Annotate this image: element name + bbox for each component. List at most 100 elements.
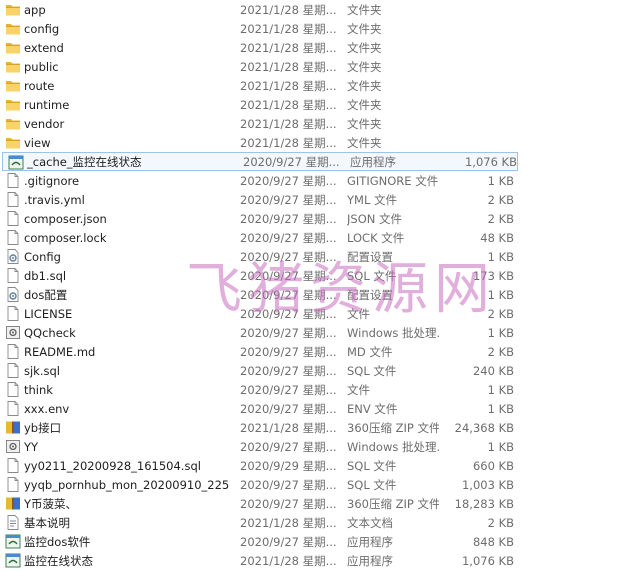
batch-file-icon [5,325,21,340]
file-size: 2 KB [487,211,514,226]
file-row[interactable]: yy0211_20200928_161504.sql 2020/9/29 星期..… [0,456,640,475]
file-row[interactable]: xxx.env 2020/9/27 星期... ENV 文件 1 KB [0,399,640,418]
file-name: .travis.yml [24,192,85,207]
file-date-modified: 2020/9/27 星期... [240,344,336,359]
file-name: composer.json [24,211,107,226]
file-row[interactable]: view 2021/1/28 星期... 文件夹 [0,133,640,152]
file-icon [5,458,21,473]
file-row[interactable]: LICENSE 2020/9/27 星期... 文件 2 KB [0,304,640,323]
file-size: 24,368 KB [454,420,514,435]
file-date-modified: 2021/1/28 星期... [240,78,336,93]
file-size: 240 KB [472,363,514,378]
file-type: ENV 文件 [347,401,398,416]
file-row[interactable]: think 2020/9/27 星期... 文件 1 KB [0,380,640,399]
file-row[interactable]: README.md 2020/9/27 星期... MD 文件 2 KB [0,342,640,361]
file-row[interactable]: YY 2020/9/27 星期... Windows 批处理... 1 KB [0,437,640,456]
file-row[interactable]: .gitignore 2020/9/27 星期... GITIGNORE 文件 1 K… [0,171,640,190]
file-size: 660 KB [472,458,514,473]
file-row[interactable]: composer.json 2020/9/27 星期... JSON 文件 2 KB [0,209,640,228]
file-name: public [24,59,59,74]
file-name: view [24,135,51,150]
file-date-modified: 2021/1/28 星期... [240,40,336,55]
file-size: 2 KB [487,515,514,530]
file-size: 1 KB [487,287,514,302]
file-date-modified: 2020/9/27 星期... [240,477,336,492]
file-row[interactable]: app 2021/1/28 星期... 文件夹 [0,0,640,19]
file-name: extend [24,40,64,55]
file-row[interactable]: yyqb_pornhub_mon_20200910_22565... 2020/9… [0,475,640,494]
file-size: 48 KB [480,230,514,245]
file-type: Windows 批处理... [347,439,439,454]
file-date-modified: 2020/9/27 星期... [240,496,336,511]
file-row[interactable]: runtime 2021/1/28 星期... 文件夹 [0,95,640,114]
file-name: 监控在线状态 [24,553,93,568]
file-type: 文件夹 [347,135,382,150]
file-name: yy0211_20200928_161504.sql [24,458,201,473]
file-icon [5,230,21,245]
file-date-modified: 2020/9/27 星期... [240,287,336,302]
folder-icon [5,97,21,112]
folder-icon [5,21,21,36]
file-date-modified: 2021/1/28 星期... [240,420,336,435]
file-row[interactable]: .travis.yml 2020/9/27 星期... YML 文件 2 KB [0,190,640,209]
file-row[interactable]: QQcheck 2020/9/27 星期... Windows 批处理... 1 KB [0,323,640,342]
file-row[interactable]: config 2021/1/28 星期... 文件夹 [0,19,640,38]
file-size: 18,283 KB [454,496,514,511]
file-row[interactable]: vendor 2021/1/28 星期... 文件夹 [0,114,640,133]
file-row[interactable]: composer.lock 2020/9/27 星期... LOCK 文件 48 KB [0,228,640,247]
text-document-icon [5,515,21,530]
file-name: yb接口 [24,420,62,435]
config-settings-icon [5,287,21,302]
file-row[interactable]: 监控dos软件 2020/9/27 星期... 应用程序 848 KB [0,532,640,551]
file-date-modified: 2020/9/27 星期... [240,306,336,321]
file-type: SQL 文件 [347,363,397,378]
file-icon [5,401,21,416]
file-row[interactable]: route 2021/1/28 星期... 文件夹 [0,76,640,95]
file-type: MD 文件 [347,344,393,359]
file-row[interactable]: sjk.sql 2020/9/27 星期... SQL 文件 240 KB [0,361,640,380]
file-size: 1,076 KB [461,553,514,568]
file-type: 文件夹 [347,40,382,55]
file-icon [5,173,21,188]
file-row[interactable]: dos配置 2020/9/27 星期... 配置设置 1 KB [0,285,640,304]
file-date-modified: 2020/9/27 星期... [240,325,336,340]
file-name: sjk.sql [24,363,60,378]
file-row[interactable]: db1.sql 2020/9/27 星期... SQL 文件 173 KB [0,266,640,285]
folder-icon [5,116,21,131]
file-type: 应用程序 [347,534,393,549]
file-row[interactable]: Y币菠菜、 2020/9/27 星期... 360压缩 ZIP 文件 18,283 K… [0,494,640,513]
file-type: 360压缩 ZIP 文件 [347,496,439,511]
file-size: 173 KB [472,268,514,283]
file-type: 文件 [347,306,370,321]
file-type: SQL 文件 [347,477,397,492]
file-type: Windows 批处理... [347,325,439,340]
file-icon [5,344,21,359]
file-name: 基本说明 [24,515,70,530]
file-list: app 2021/1/28 星期... 文件夹 config 2021/1/28 星期.… [0,0,640,568]
file-size: 2 KB [487,344,514,359]
file-size: 1 KB [487,173,514,188]
file-row[interactable]: 基本说明 2021/1/28 星期... 文本文档 2 KB [0,513,640,532]
file-date-modified: 2021/1/28 星期... [240,59,336,74]
folder-icon [5,78,21,93]
file-type: 应用程序 [350,154,396,169]
file-date-modified: 2020/9/29 星期... [240,458,336,473]
file-row[interactable]: Config 2020/9/27 星期... 配置设置 1 KB [0,247,640,266]
file-row[interactable]: extend 2021/1/28 星期... 文件夹 [0,38,640,57]
file-name: xxx.env [24,401,70,416]
file-date-modified: 2021/1/28 星期... [240,2,336,17]
file-row[interactable]: yb接口 2021/1/28 星期... 360压缩 ZIP 文件 24,368 KB [0,418,640,437]
file-date-modified: 2020/9/27 星期... [240,534,336,549]
file-name: Y币菠菜、 [24,496,78,511]
file-icon [5,363,21,378]
file-name: .gitignore [24,173,80,188]
folder-icon [5,135,21,150]
file-name: route [24,78,55,93]
file-name: YY [24,439,39,454]
file-type: 文件夹 [347,78,382,93]
file-row-selected[interactable]: _cache_监控在线状态 2020/9/27 星期... 应用程序 1,076 KB [2,152,518,171]
zip-archive-icon [5,496,21,511]
file-row[interactable]: public 2021/1/28 星期... 文件夹 [0,57,640,76]
file-row[interactable]: 监控在线状态 2021/1/28 星期... 应用程序 1,076 KB [0,551,640,570]
file-type: JSON 文件 [347,211,403,226]
